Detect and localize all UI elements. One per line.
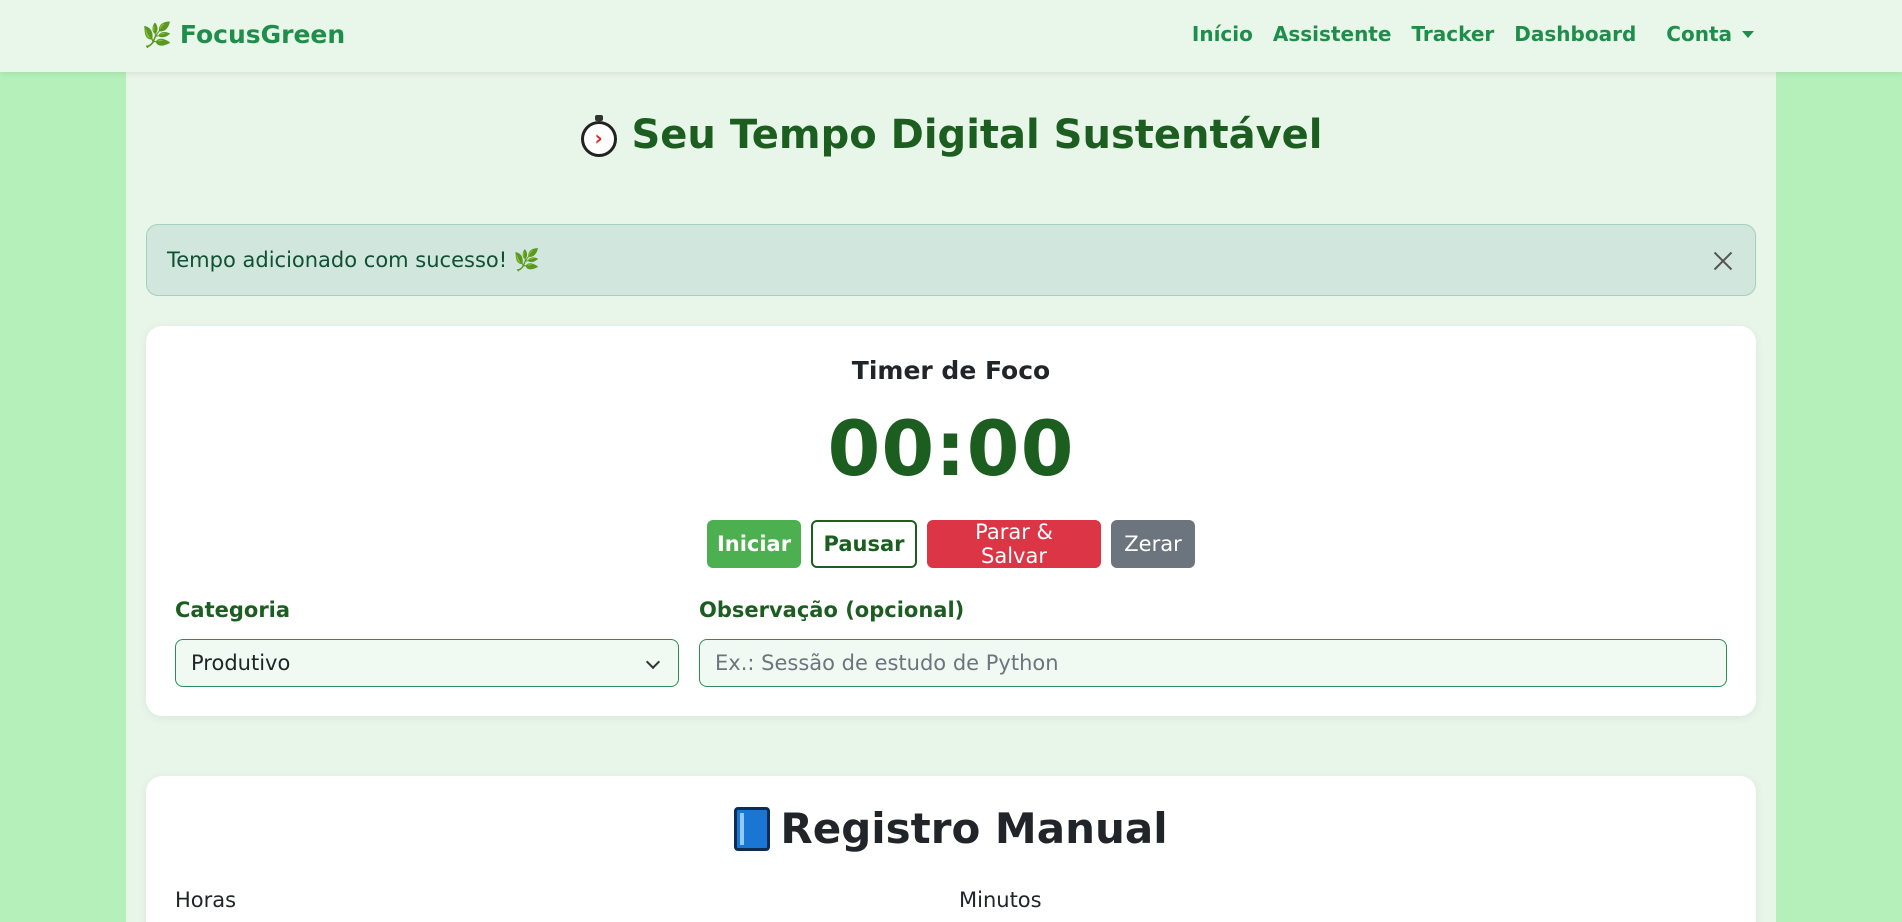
nav-link-inicio[interactable]: Início (1192, 22, 1253, 46)
note-input[interactable] (699, 639, 1727, 687)
account-dropdown[interactable]: Conta (1666, 22, 1754, 46)
reset-button[interactable]: Zerar (1111, 520, 1195, 568)
account-label: Conta (1666, 22, 1732, 46)
nav-link-dashboard[interactable]: Dashboard (1514, 22, 1636, 46)
manual-title: Registro Manual (146, 804, 1756, 853)
success-alert: Tempo adicionado com sucesso! 🌿 (146, 224, 1756, 296)
stop-save-button[interactable]: Parar & Salvar (927, 520, 1101, 568)
nav-links: Início Assistente Tracker Dashboard Cont… (1192, 22, 1754, 46)
chevron-down-icon (645, 654, 661, 670)
hours-label: Horas (175, 888, 237, 912)
category-label: Categoria (175, 598, 291, 622)
pause-button[interactable]: Pausar (811, 520, 917, 568)
timer-card: Timer de Foco 00:00 Iniciar Pausar Parar… (146, 326, 1756, 716)
close-icon[interactable] (1711, 249, 1735, 273)
page-title: Seu Tempo Digital Sustentável (126, 112, 1776, 158)
caret-down-icon (1742, 30, 1754, 38)
navbar: 🌿 FocusGreen Início Assistente Tracker D… (0, 0, 1902, 72)
brand-link[interactable]: 🌿 FocusGreen (142, 20, 345, 49)
timer-controls: Iniciar Pausar Parar & Salvar Zerar (146, 520, 1756, 568)
brand-name: FocusGreen (179, 20, 346, 49)
main-container: Seu Tempo Digital Sustentável Tempo adic… (126, 72, 1776, 922)
minutes-label: Minutos (959, 888, 1042, 912)
leaf-icon: 🌿 (142, 20, 172, 49)
timer-display: 00:00 (827, 404, 1075, 493)
book-icon (734, 806, 771, 851)
start-button[interactable]: Iniciar (707, 520, 801, 568)
manual-entry-card: Registro Manual Horas Minutos (146, 776, 1756, 922)
alert-message: Tempo adicionado com sucesso! 🌿 (167, 247, 540, 272)
manual-title-text: Registro Manual (780, 804, 1168, 853)
note-label: Observação (opcional) (699, 598, 965, 622)
category-selected-value: Produtivo (191, 651, 291, 675)
nav-link-assistente[interactable]: Assistente (1273, 22, 1392, 46)
nav-link-tracker[interactable]: Tracker (1411, 22, 1494, 46)
page-title-text: Seu Tempo Digital Sustentável (631, 112, 1323, 158)
category-select[interactable]: Produtivo (175, 639, 679, 687)
stopwatch-icon (579, 115, 619, 157)
timer-title: Timer de Foco (851, 356, 1051, 385)
